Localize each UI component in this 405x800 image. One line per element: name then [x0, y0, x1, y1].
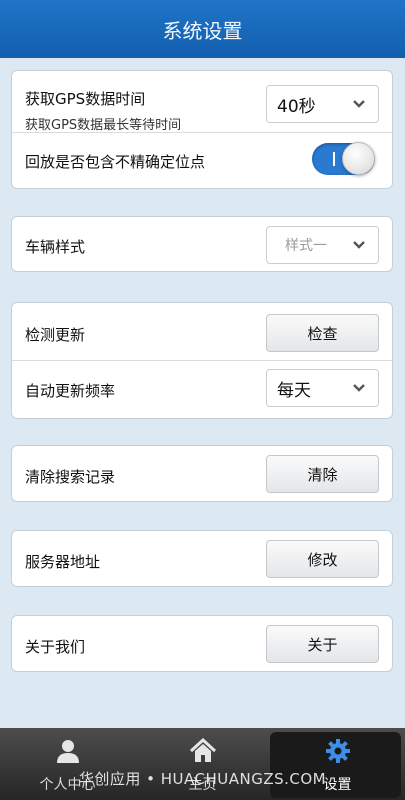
vehicle-style-row: 车辆样式 样式一 — [12, 217, 392, 273]
server-card: 服务器地址 修改 — [11, 530, 393, 587]
update-check-row: 检测更新 检查 — [12, 303, 392, 360]
page-title: 系统设置 — [162, 18, 243, 43]
clear-search-row: 清除搜索记录 清除 — [12, 446, 392, 503]
about-row: 关于我们 关于 — [12, 616, 392, 673]
person-icon — [56, 740, 79, 763]
auto-update-row: 自动更新频率 每天 — [12, 360, 392, 419]
update-check-label: 检测更新 — [25, 326, 86, 344]
clear-search-label: 清除搜索记录 — [25, 468, 116, 486]
auto-update-value: 每天 — [277, 380, 311, 401]
server-label: 服务器地址 — [25, 553, 101, 571]
header-bar: 系统设置 — [0, 0, 405, 58]
playback-label: 回放是否包含不精确定位点 — [25, 153, 206, 171]
check-button[interactable]: 检查 — [266, 314, 379, 352]
tab-settings[interactable]: 设置 — [270, 728, 405, 800]
gps-time-label: 获取GPS数据时间 — [25, 90, 146, 108]
gps-time-row: 获取GPS数据时间 获取GPS数据最长等待时间 40秒 — [12, 71, 392, 133]
gps-time-value: 40秒 — [277, 96, 316, 117]
tab-home[interactable]: 主页 — [135, 728, 270, 800]
auto-update-label: 自动更新频率 — [25, 382, 116, 400]
auto-update-select[interactable]: 每天 — [266, 369, 379, 407]
gps-settings-card: 获取GPS数据时间 获取GPS数据最长等待时间 40秒 回放是否包含不精确定位点 — [11, 70, 393, 189]
clear-search-card: 清除搜索记录 清除 — [11, 445, 393, 502]
vehicle-style-label: 车辆样式 — [25, 238, 86, 256]
clear-button[interactable]: 清除 — [266, 455, 379, 493]
vehicle-style-card: 车辆样式 样式一 — [11, 216, 393, 272]
update-card: 检测更新 检查 自动更新频率 每天 — [11, 302, 393, 419]
chevron-down-icon — [353, 384, 365, 392]
playback-row: 回放是否包含不精确定位点 — [12, 132, 392, 188]
gear-icon — [325, 739, 350, 763]
gps-time-select[interactable]: 40秒 — [266, 85, 379, 123]
watermark-text: 华创应用 • HUACHUANGZS.COM — [78, 770, 327, 788]
toggle-knob — [342, 142, 375, 175]
bottom-tab-bar: 个人中心 主页 设置 华创应用 • HUACHUANGZS.COM — [0, 728, 405, 800]
vehicle-style-value: 样式一 — [285, 238, 327, 254]
vehicle-style-select[interactable]: 样式一 — [266, 226, 379, 264]
server-row: 服务器地址 修改 — [12, 531, 392, 588]
chevron-down-icon — [353, 100, 365, 108]
modify-button[interactable]: 修改 — [266, 540, 379, 578]
toggle-on-indicator — [333, 152, 335, 166]
gps-time-sublabel: 获取GPS数据最长等待时间 — [25, 118, 182, 133]
home-icon — [189, 738, 216, 762]
tab-profile[interactable]: 个人中心 — [0, 728, 135, 800]
chevron-down-icon — [353, 241, 365, 249]
about-button[interactable]: 关于 — [266, 625, 379, 663]
playback-toggle[interactable] — [312, 142, 375, 175]
about-label: 关于我们 — [25, 638, 86, 656]
about-card: 关于我们 关于 — [11, 615, 393, 672]
